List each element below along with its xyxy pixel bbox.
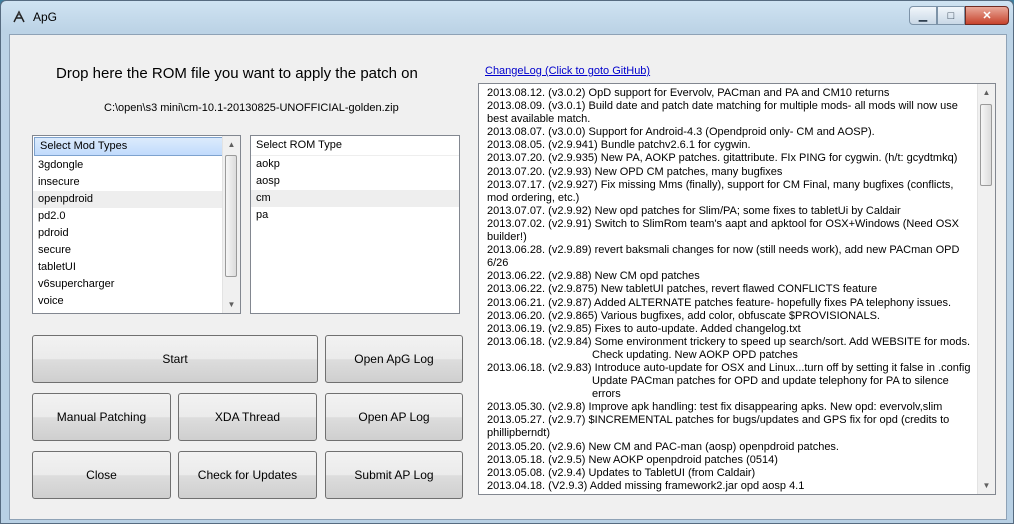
- rom-type-item[interactable]: cm: [251, 190, 459, 207]
- check-updates-button[interactable]: Check for Updates: [178, 451, 317, 499]
- changelog-line: 2013.08.09. (v3.0.1) Build date and patc…: [487, 100, 958, 126]
- scroll-down-icon[interactable]: ▼: [978, 477, 995, 494]
- app-logo-icon: [13, 10, 25, 23]
- minimize-button[interactable]: ▁: [909, 6, 937, 25]
- rom-types-list[interactable]: Select ROM Type aokp aosp cm pa: [250, 135, 460, 314]
- rom-types-header[interactable]: Select ROM Type: [251, 136, 459, 156]
- scroll-thumb[interactable]: [225, 155, 237, 277]
- scroll-down-icon[interactable]: ▼: [223, 296, 240, 313]
- changelog-line: 2013.08.07. (v3.0.0) Support for Android…: [487, 126, 875, 139]
- window-title: ApG: [33, 10, 58, 24]
- title-bar[interactable]: ApG ▁ □ ✕: [1, 1, 1013, 31]
- mod-type-item[interactable]: tabletUI: [33, 259, 240, 276]
- changelog-line: 2013.08.05. (v2.9.941) Bundle patchv2.6.…: [487, 139, 751, 152]
- maximize-icon: □: [947, 9, 955, 22]
- xda-thread-button[interactable]: XDA Thread: [178, 393, 317, 441]
- changelog-line: 2013.07.07. (v2.9.92) New opd patches fo…: [487, 204, 901, 217]
- mod-type-item[interactable]: 3gdongle: [33, 157, 240, 174]
- mod-types-list[interactable]: Select Mod Types 3gdongle insecure openpdr…: [32, 135, 241, 314]
- changelog-line: 2013.05.18. (v2.9.5) New AOKP openpdroid…: [487, 453, 778, 466]
- changelog-line: 2013.06.22. (v2.9.88) New CM opd patches: [487, 270, 700, 283]
- changelog-line: 2013.06.28. (v2.9.89) revert baksmali ch…: [487, 244, 960, 270]
- changelog-scrollbar[interactable]: ▲ ▼: [977, 84, 995, 494]
- changelog-line: 2013.06.22. (v2.9.875) New tabletUI patc…: [487, 283, 878, 296]
- changelog-line: 2013.07.02. (v2.9.91) Switch to SlimRom …: [487, 217, 959, 244]
- submit-ap-log-button[interactable]: Submit AP Log: [325, 451, 463, 499]
- changelog-line: 2013.08.12. (v3.0.2) OpD support for Eve…: [487, 87, 890, 99]
- open-apg-log-button[interactable]: Open ApG Log: [325, 335, 463, 383]
- close-window-button[interactable]: ✕: [965, 6, 1009, 25]
- changelog-line: 2013.06.18. (v2.9.84) Some environment t…: [487, 335, 971, 348]
- changelog-line: 2013.06.19. (v2.9.85) Fixes to auto-upda…: [487, 322, 801, 335]
- changelog-line: 2013.05.20. (v2.9.6) New CM and PAC-man …: [487, 440, 839, 453]
- changelog-line: 2013.06.21. (v2.9.87) Added ALTERNATE pa…: [487, 296, 952, 309]
- changelog-line: 2013.05.30. (v2.9.8) Improve apk handlin…: [487, 401, 943, 414]
- changelog-textbox[interactable]: 2013.08.12. (v3.0.2) OpD support for Eve…: [478, 83, 996, 495]
- scroll-up-icon[interactable]: ▲: [978, 84, 995, 101]
- scroll-up-icon[interactable]: ▲: [223, 136, 240, 153]
- changelog-line: Check updating. New AOKP OPD patches: [592, 348, 798, 361]
- changelog-line: 2013.05.27. (v2.9.7) $INCREMENTAL patche…: [487, 414, 950, 440]
- mod-type-item[interactable]: pd2.0: [33, 208, 240, 225]
- changelog-line: Update PACman patches for OPD and update…: [592, 375, 949, 401]
- mod-types-scrollbar[interactable]: ▲ ▼: [222, 136, 240, 313]
- minimize-icon: ▁: [918, 10, 928, 22]
- mod-type-item[interactable]: pdroid: [33, 225, 240, 242]
- mod-types-header[interactable]: Select Mod Types: [34, 137, 239, 156]
- mod-types-items: 3gdongle insecure openpdroid pd2.0 pdroid sec…: [33, 157, 240, 310]
- changelog-line: 2013.04.18. (V2.9.2) Added AOSP and Slim…: [487, 493, 971, 494]
- close-icon: ✕: [982, 10, 992, 22]
- mod-type-item[interactable]: secure: [33, 242, 240, 259]
- mod-type-item[interactable]: insecure: [33, 174, 240, 191]
- mod-type-item[interactable]: openpdroid: [33, 191, 240, 208]
- changelog-line: 2013.05.08. (v2.9.4) Updates to TabletUI…: [487, 466, 756, 479]
- changelog-line: 2013.04.18. (V2.9.3) Added missing frame…: [487, 479, 805, 492]
- start-button[interactable]: Start: [32, 335, 318, 383]
- open-ap-log-button[interactable]: Open AP Log: [325, 393, 463, 441]
- maximize-button[interactable]: □: [937, 6, 965, 25]
- changelog-line: 2013.07.20. (v2.9.935) New PA, AOKP patc…: [487, 152, 958, 165]
- changelog-line: 2013.07.20. (v2.9.93) New OPD CM patches…: [487, 165, 783, 178]
- mod-type-item[interactable]: voice: [33, 293, 240, 310]
- rom-types-items: aokp aosp cm pa: [251, 156, 459, 224]
- drop-zone-label[interactable]: Drop here the ROM file you want to apply…: [56, 65, 418, 82]
- changelog-link[interactable]: ChangeLog (Click to goto GitHub): [485, 65, 650, 77]
- changelog-line: 2013.07.17. (v2.9.927) Fix missing Mms (…: [487, 178, 954, 204]
- scroll-thumb[interactable]: [980, 104, 992, 186]
- rom-type-item[interactable]: aokp: [251, 156, 459, 173]
- changelog-line: 2013.06.20. (v2.9.865) Various bugfixes,…: [487, 309, 880, 322]
- manual-patching-button[interactable]: Manual Patching: [32, 393, 171, 441]
- rom-file-path: C:\open\s3 mini\cm-10.1-20130825-UNOFFIC…: [104, 102, 399, 114]
- caption-buttons: ▁ □ ✕: [909, 6, 1009, 26]
- rom-type-item[interactable]: pa: [251, 207, 459, 224]
- mod-type-item[interactable]: v6supercharger: [33, 276, 240, 293]
- rom-type-item[interactable]: aosp: [251, 173, 459, 190]
- changelog-text: 2013.08.12. (v3.0.2) OpD support for Eve…: [487, 87, 971, 494]
- close-button[interactable]: Close: [32, 451, 171, 499]
- changelog-line: 2013.06.18. (v2.9.83) Introduce auto-upd…: [487, 361, 971, 374]
